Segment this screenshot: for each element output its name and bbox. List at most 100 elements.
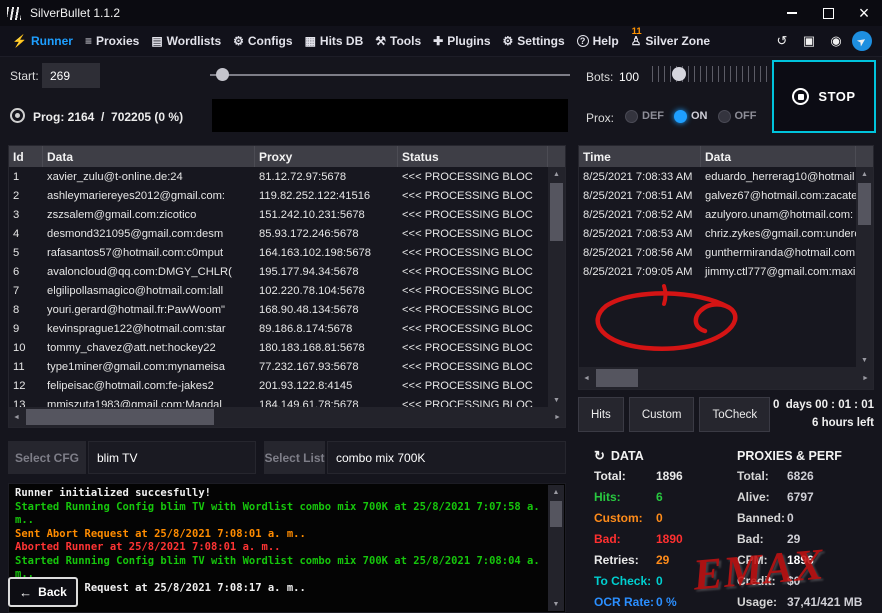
cell-data: ashleymariereyes2012@gmail.com: [43, 190, 255, 202]
result-row[interactable]: 1xavier_zulu@t-online.de:2481.12.72.97:5… [9, 167, 548, 186]
column-header-data[interactable]: Data [701, 146, 856, 167]
column-header-data[interactable]: Data [43, 146, 255, 167]
nav-item-tools[interactable]: ⚒Tools [369, 26, 427, 56]
scroll-thumb[interactable] [26, 409, 214, 425]
result-row[interactable]: 2ashleymariereyes2012@gmail.com:119.82.2… [9, 186, 548, 205]
hit-row[interactable]: 8/25/2021 7:08:56 AMgunthermiranda@hotma… [579, 243, 856, 262]
wordlists-icon: ▤ [151, 34, 162, 48]
back-button[interactable]: ← Back [8, 577, 78, 607]
history-button[interactable]: ↺ [771, 30, 793, 52]
column-header-status[interactable]: Status [398, 146, 548, 167]
hit-row[interactable]: 8/25/2021 7:08:51 AMgalvez67@hotmail.com… [579, 186, 856, 205]
progress-radio[interactable] [10, 108, 25, 123]
column-header-time[interactable]: Time [579, 146, 701, 167]
result-row[interactable]: 5rafasantos57@hotmail.com:c0mput164.163.… [9, 243, 548, 262]
scroll-thumb[interactable] [596, 369, 638, 387]
hit-row[interactable]: 8/25/2021 7:09:05 AMjimmy.ctl777@gmail.c… [579, 262, 856, 281]
result-row[interactable]: 9kevinsprague122@hotmail.com:star89.186.… [9, 319, 548, 338]
cell-proxy: 180.183.168.81:5678 [255, 342, 398, 354]
scroll-up-icon[interactable]: ▲ [548, 167, 565, 181]
hits-table-body: 8/25/2021 7:08:33 AMeduardo_herrerag10@h… [579, 167, 856, 367]
prox-option-off[interactable]: OFF [718, 110, 757, 123]
result-row[interactable]: 7elgilipollasmagico@hotmail.com:lall102.… [9, 281, 548, 300]
hits-vertical-scrollbar[interactable]: ▲ ▼ [856, 167, 873, 367]
column-header-id[interactable]: Id [9, 146, 43, 167]
prox-option-def[interactable]: DEF [625, 110, 664, 123]
nav-item-runner[interactable]: ⚡Runner [6, 26, 79, 56]
hit-row[interactable]: 8/25/2021 7:08:53 AMchriz.zykes@gmail.co… [579, 224, 856, 243]
result-row[interactable]: 12felipeisac@hotmail.com:fe-jakes2201.93… [9, 376, 548, 395]
nav-item-silver-zone[interactable]: ♙Silver Zone11 [625, 26, 716, 56]
camera-button[interactable]: ▣ [798, 30, 820, 52]
hits-horizontal-scrollbar[interactable]: ◄ ► [579, 367, 873, 389]
nav-item-configs[interactable]: ⚙Configs [227, 26, 298, 56]
select-list-button[interactable]: Select List [264, 441, 325, 474]
scroll-right-icon[interactable]: ► [550, 407, 565, 427]
scroll-up-icon[interactable]: ▲ [856, 167, 873, 181]
result-row[interactable]: 8youri.gerard@hotmail.fr:PawWoom"168.90.… [9, 300, 548, 319]
cell-id: 6 [9, 266, 43, 278]
cell-status: <<< PROCESSING BLOC [398, 190, 548, 202]
telegram-button[interactable]: ➤ [852, 31, 872, 51]
scroll-left-icon[interactable]: ◄ [579, 367, 594, 389]
cell-id: 4 [9, 228, 43, 240]
result-row[interactable]: 3zszsalem@gmail.com:zicotico151.242.10.2… [9, 205, 548, 224]
scroll-down-icon[interactable]: ▼ [548, 393, 565, 407]
column-header-proxy[interactable]: Proxy [255, 146, 398, 167]
prox-radio-off [718, 110, 731, 123]
slider-thumb[interactable] [216, 68, 229, 81]
prox-option-on[interactable]: ON [674, 110, 708, 123]
results-table: IdDataProxyStatus 1xavier_zulu@t-online.… [8, 145, 566, 428]
bots-slider-thumb[interactable] [672, 67, 686, 81]
hit-row[interactable]: 8/25/2021 7:08:33 AMeduardo_herrerag10@h… [579, 167, 856, 186]
nav-item-help[interactable]: ?Help [571, 26, 625, 56]
scroll-left-icon[interactable]: ◄ [9, 407, 24, 427]
result-row[interactable]: 6avaloncloud@qq.com:DMGY_CHLR(195.177.94… [9, 262, 548, 281]
nav-item-hits-db[interactable]: ▦Hits DB [299, 26, 370, 56]
discord-button[interactable]: ◉ [825, 30, 847, 52]
result-row[interactable]: 4desmond321095@gmail.com:desm85.93.172.2… [9, 224, 548, 243]
scroll-thumb[interactable] [550, 501, 562, 527]
result-row[interactable]: 10tommy_chavez@att.net:hockey22180.183.1… [9, 338, 548, 357]
cfg-value-field[interactable]: blim TV [88, 441, 256, 474]
cell-status: <<< PROCESSING BLOC [398, 399, 548, 408]
nav-item-settings[interactable]: ⚙Settings [497, 26, 571, 56]
stop-button[interactable]: STOP [772, 60, 876, 133]
progress-slider[interactable] [210, 68, 570, 82]
cell-data: elgilipollasmagico@hotmail.com:lall [43, 285, 255, 297]
scroll-track [24, 407, 550, 427]
nav-item-proxies[interactable]: ≡Proxies [79, 26, 145, 56]
scroll-thumb[interactable] [858, 183, 871, 225]
scroll-up-icon[interactable]: ▲ [548, 485, 564, 499]
nav-bar: ⚡Runner≡Proxies▤Wordlists⚙Configs▦Hits D… [0, 26, 882, 57]
tab-custom[interactable]: Custom [629, 397, 695, 432]
tab-hits[interactable]: Hits [578, 397, 624, 432]
scroll-down-icon[interactable]: ▼ [548, 597, 564, 611]
tab-tocheck[interactable]: ToCheck [699, 397, 770, 432]
nav-item-wordlists[interactable]: ▤Wordlists [145, 26, 227, 56]
wordlist-value-field[interactable]: combo mix 700K [327, 441, 566, 474]
results-vertical-scrollbar[interactable]: ▲ ▼ [548, 167, 565, 407]
result-row[interactable]: 13mmiszuta1983@gmail.com:Magdal184.149.6… [9, 395, 548, 407]
results-table-body: 1xavier_zulu@t-online.de:2481.12.72.97:5… [9, 167, 548, 407]
nav-item-plugins[interactable]: ✚Plugins [427, 26, 496, 56]
select-cfg-button[interactable]: Select CFG [8, 441, 86, 474]
maximize-button[interactable] [810, 0, 846, 26]
title-bar: SilverBullet 1.1.2 × [0, 0, 882, 26]
cell-status: <<< PROCESSING BLOC [398, 361, 548, 373]
scroll-thumb[interactable] [550, 183, 563, 241]
start-input[interactable] [42, 63, 100, 88]
log-vertical-scrollbar[interactable]: ▲ ▼ [548, 485, 564, 611]
hit-row[interactable]: 8/25/2021 7:08:52 AMazulyoro.unam@hotmai… [579, 205, 856, 224]
results-horizontal-scrollbar[interactable]: ◄ ► [9, 407, 565, 427]
scroll-right-icon[interactable]: ► [858, 367, 873, 389]
result-row[interactable]: 11type1miner@gmail.com:mynameisa77.232.1… [9, 357, 548, 376]
scroll-down-icon[interactable]: ▼ [856, 353, 873, 367]
bots-slider[interactable] [652, 64, 770, 84]
minimize-button[interactable] [774, 0, 810, 26]
settings-icon: ⚙ [503, 34, 514, 48]
close-button[interactable]: × [846, 0, 882, 26]
cell-id: 5 [9, 247, 43, 259]
cell-proxy: 201.93.122.8:4145 [255, 380, 398, 392]
configs-icon: ⚙ [233, 34, 244, 48]
